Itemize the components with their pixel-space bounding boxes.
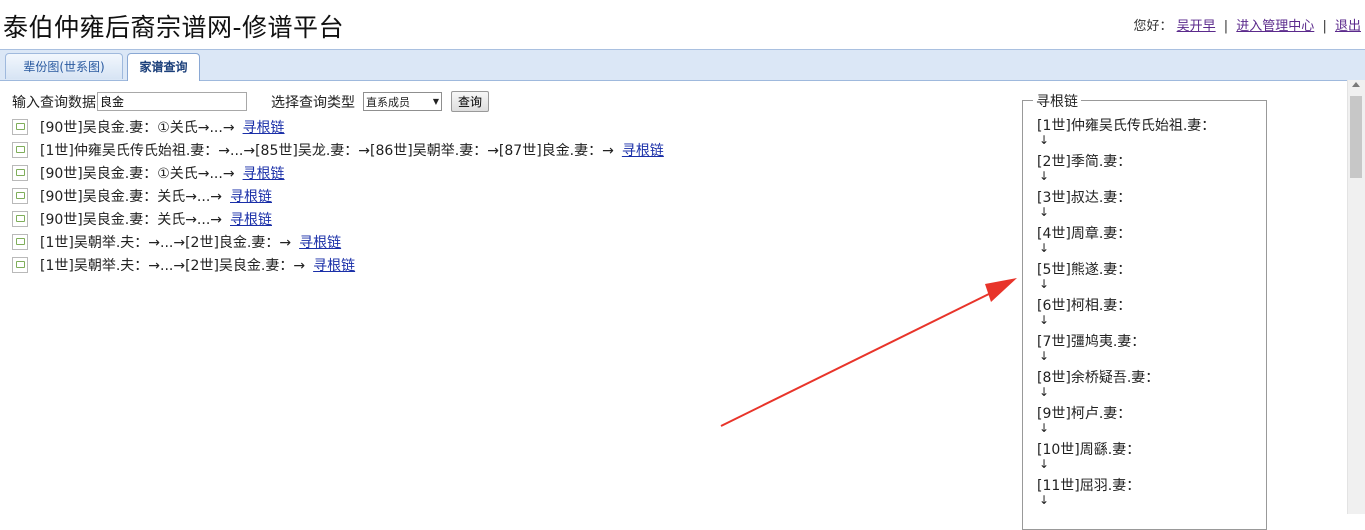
down-arrow-icon: ↓ [1039, 241, 1050, 255]
down-arrow-icon: ↓ [1039, 493, 1050, 507]
chain-item: [3世]叔达.妻： ↓ [1037, 187, 1215, 223]
chain-item: [8世]余桥疑吾.妻： ↓ [1037, 367, 1215, 403]
result-text: [1世]吴朝举.夫：→...→[2世]吴良金.妻：→ [40, 257, 306, 274]
separator: | [1223, 19, 1229, 34]
tab-generation-chart[interactable]: 辈份图(世系图) [5, 53, 123, 79]
chain-item-label: [1世]仲雍吴氏传氏始祖.妻： [1037, 118, 1216, 134]
down-arrow-icon: ↓ [1039, 169, 1050, 183]
root-chain-link[interactable]: 寻根链 [243, 117, 285, 137]
logout-link[interactable]: 退出 [1335, 19, 1361, 34]
annotation-arrow-icon [720, 278, 1017, 427]
admin-center-link[interactable]: 进入管理中心 [1236, 19, 1314, 34]
chain-item: [11世]屈羽.妻： ↓ [1037, 475, 1215, 511]
dropdown-arrow-icon: ▼ [432, 97, 439, 106]
root-chain-title: 寻根链 [1033, 91, 1081, 111]
scroll-up-icon[interactable] [1352, 82, 1360, 87]
username-link[interactable]: 吴开早 [1177, 19, 1216, 34]
chain-item-label: [7世]彊鸠夷.妻： [1037, 334, 1146, 350]
root-chain-list: [1世]仲雍吴氏传氏始祖.妻： ↓ [2世]季简.妻： ↓ [3世]叔达.妻： ↓ [… [1037, 115, 1215, 511]
broken-image-icon [12, 118, 28, 135]
query-type-select[interactable]: 直系成员 ▼ [363, 92, 442, 111]
chain-item-label: [3世]叔达.妻： [1037, 190, 1132, 206]
down-arrow-icon: ↓ [1039, 349, 1050, 363]
chain-item: [9世]柯卢.妻： ↓ [1037, 403, 1215, 439]
result-text: [1世]吴朝举.夫：→...→[2世]良金.妻：→ [40, 234, 292, 251]
chain-item-label: [6世]柯相.妻： [1037, 298, 1132, 314]
result-text: [90世]吴良金.妻：关氏→...→ [40, 188, 222, 205]
result-row: [1世]仲雍吴氏传氏始祖.妻：→...→[85世]吴龙.妻：→[86世]吴朝举.… [12, 138, 664, 161]
chain-item-label: [8世]余桥疑吾.妻： [1037, 370, 1160, 386]
query-type-value: 直系成员 [366, 95, 410, 109]
chain-item-label: [9世]柯卢.妻： [1037, 406, 1132, 422]
tab-genealogy-search[interactable]: 家谱查询 [127, 53, 200, 81]
query-form: 输入查询数据 选择查询类型 直系成员 ▼ 查询 [12, 91, 490, 112]
broken-image-icon [12, 256, 28, 273]
tab-bar: 辈份图(世系图) 家谱查询 [0, 49, 1365, 81]
down-arrow-icon: ↓ [1039, 457, 1050, 471]
root-chain-link[interactable]: 寻根链 [243, 163, 285, 183]
broken-image-icon [12, 233, 28, 250]
down-arrow-icon: ↓ [1039, 385, 1050, 399]
chain-item: [6世]柯相.妻： ↓ [1037, 295, 1215, 331]
chain-item-label: [5世]熊遂.妻： [1037, 262, 1132, 278]
query-button[interactable]: 查询 [451, 91, 490, 112]
result-row: [90世]吴良金.妻：①关氏→...→ 寻根链 [12, 115, 664, 138]
chain-item-label: [11世]屈羽.妻： [1037, 478, 1141, 494]
root-chain-link[interactable]: 寻根链 [313, 255, 355, 275]
result-row: [1世]吴朝举.夫：→...→[2世]良金.妻：→ 寻根链 [12, 230, 664, 253]
root-chain-link[interactable]: 寻根链 [622, 140, 664, 160]
down-arrow-icon: ↓ [1039, 205, 1050, 219]
chain-item: [2世]季简.妻： ↓ [1037, 151, 1215, 187]
down-arrow-icon: ↓ [1039, 277, 1050, 291]
query-input[interactable] [97, 92, 247, 111]
chain-item: [1世]仲雍吴氏传氏始祖.妻： ↓ [1037, 115, 1215, 151]
separator: | [1322, 19, 1327, 34]
broken-image-icon [12, 141, 28, 158]
vertical-scrollbar[interactable] [1347, 80, 1365, 514]
chain-item: [7世]彊鸠夷.妻： ↓ [1037, 331, 1215, 367]
result-row: [90世]吴良金.妻：关氏→...→ 寻根链 [12, 184, 664, 207]
result-text: [90世]吴良金.妻：①关氏→...→ [40, 165, 235, 182]
down-arrow-icon: ↓ [1039, 313, 1050, 327]
scrollbar-thumb[interactable] [1350, 96, 1362, 178]
results-list: [90世]吴良金.妻：①关氏→...→ 寻根链 [1世]仲雍吴氏传氏始祖.妻：→… [12, 115, 664, 276]
result-text: [90世]吴良金.妻：①关氏→...→ [40, 119, 235, 136]
query-type-label: 选择查询类型 [271, 94, 355, 111]
chain-item-label: [4世]周章.妻： [1037, 226, 1132, 242]
chain-item-label: [10世]周繇.妻： [1037, 442, 1141, 458]
down-arrow-icon: ↓ [1039, 421, 1050, 435]
down-arrow-icon: ↓ [1039, 133, 1050, 147]
result-row: [90世]吴良金.妻：关氏→...→ 寻根链 [12, 207, 664, 230]
greeting-text: 您好： [1133, 19, 1173, 34]
chain-item-label: [2世]季简.妻： [1037, 154, 1132, 170]
result-text: [90世]吴良金.妻：关氏→...→ [40, 211, 222, 228]
broken-image-icon [12, 210, 28, 227]
site-title: 泰伯仲雍后裔宗谱网-修谱平台 [3, 13, 345, 42]
broken-image-icon [12, 164, 28, 181]
broken-image-icon [12, 187, 28, 204]
query-input-label: 输入查询数据 [12, 94, 96, 111]
result-row: [1世]吴朝举.夫：→...→[2世]吴良金.妻：→ 寻根链 [12, 253, 664, 276]
root-chain-link[interactable]: 寻根链 [299, 232, 341, 252]
root-chain-link[interactable]: 寻根链 [230, 186, 272, 206]
user-bar: 您好： 吴开早 | 进入管理中心 | 退出 [1133, 15, 1361, 34]
chain-item: [10世]周繇.妻： ↓ [1037, 439, 1215, 475]
result-row: [90世]吴良金.妻：①关氏→...→ 寻根链 [12, 161, 664, 184]
root-chain-link[interactable]: 寻根链 [230, 209, 272, 229]
chain-item: [5世]熊遂.妻： ↓ [1037, 259, 1215, 295]
chain-item: [4世]周章.妻： ↓ [1037, 223, 1215, 259]
result-text: [1世]仲雍吴氏传氏始祖.妻：→...→[85世]吴龙.妻：→[86世]吴朝举.… [40, 142, 614, 159]
